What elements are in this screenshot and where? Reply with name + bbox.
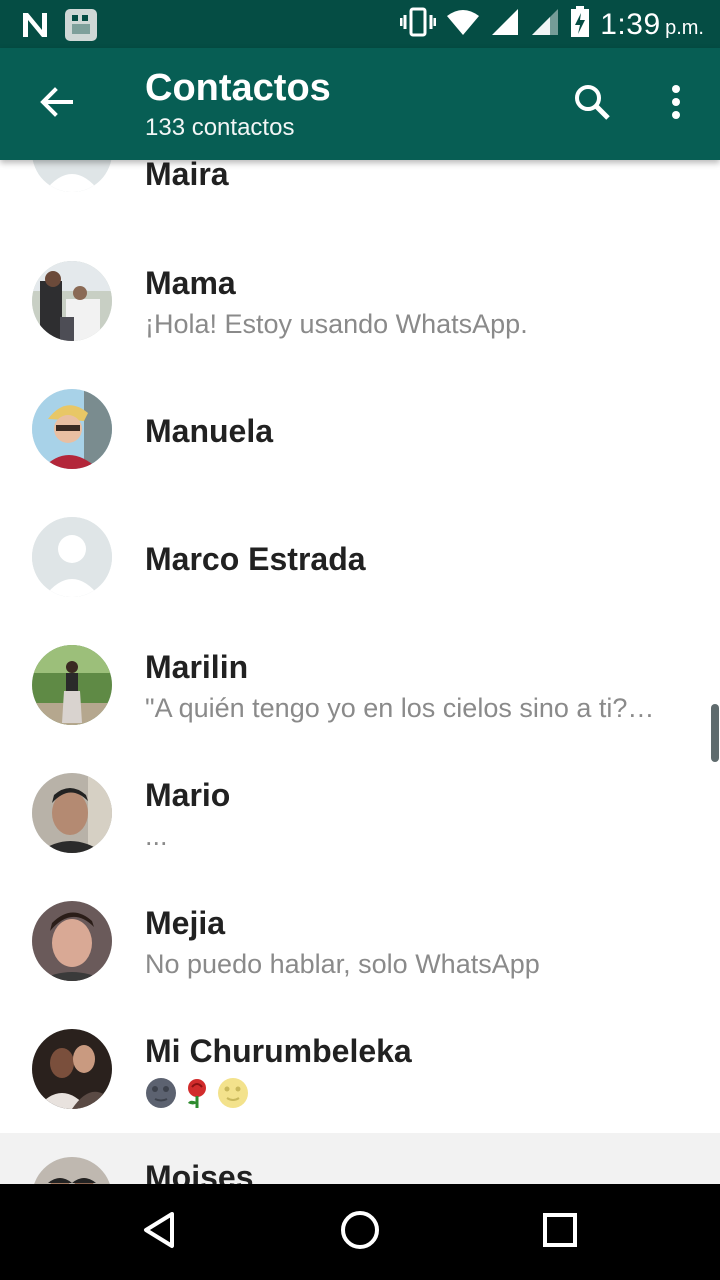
signal-icon-2 — [530, 7, 560, 42]
contact-status-emojis — [145, 1077, 249, 1114]
status-bar: 1:39 p.m. — [0, 0, 720, 48]
page-title: Contactos — [145, 67, 331, 109]
contact-row-mario[interactable]: Mario ... — [0, 749, 720, 877]
contact-name: Marco Estrada — [145, 541, 366, 577]
contact-status: "A quién tengo yo en los cielos sino a t… — [145, 693, 655, 723]
contact-name: Mario — [145, 777, 231, 813]
contact-name: Mama — [145, 265, 236, 301]
moon-face-icon — [145, 1077, 177, 1114]
more-options-button[interactable] — [650, 78, 702, 130]
avatar — [32, 261, 112, 341]
default-avatar-icon — [32, 517, 112, 597]
signal-icon — [490, 7, 520, 42]
nav-home-icon — [339, 1209, 381, 1256]
status-ampm: p.m. — [665, 16, 704, 39]
avatar — [32, 1157, 112, 1184]
contact-row-manuela[interactable]: Manuela — [0, 365, 720, 493]
nav-back-button[interactable] — [132, 1204, 188, 1260]
nav-recents-icon — [541, 1211, 579, 1254]
contact-status: ... — [145, 821, 168, 851]
avatar — [32, 645, 112, 725]
contact-status: No puedo hablar, solo WhatsApp — [145, 949, 540, 979]
contact-name: Mi Churumbeleka — [145, 1033, 412, 1069]
vibrate-icon — [399, 7, 437, 42]
contact-name: Maira — [145, 160, 229, 192]
contact-row-marco-estrada[interactable]: Marco Estrada — [0, 493, 720, 621]
contact-status: ¡Hola! Estoy usando WhatsApp. — [145, 309, 528, 339]
contact-row-marilin[interactable]: Marilin "A quién tengo yo en los cielos … — [0, 621, 720, 749]
default-avatar-icon — [32, 160, 112, 192]
nav-home-button[interactable] — [332, 1204, 388, 1260]
contact-row-mama[interactable]: Mama ¡Hola! Estoy usando WhatsApp. — [0, 237, 720, 365]
arrow-back-icon — [38, 84, 74, 125]
wifi-icon — [446, 8, 480, 41]
avatar — [32, 901, 112, 981]
contact-count: 133 contactos — [145, 114, 295, 141]
contact-name: Mejia — [145, 905, 226, 941]
nfc-icon — [20, 10, 50, 45]
app-bar: Contactos 133 contactos — [0, 48, 720, 160]
avatar — [32, 1029, 112, 1109]
notification-icon — [64, 8, 98, 47]
contact-name: Moises — [145, 1159, 254, 1184]
avatar — [32, 389, 112, 469]
scrollbar-thumb[interactable] — [711, 704, 719, 762]
navigation-bar — [0, 1184, 720, 1280]
contact-name: Marilin — [145, 649, 249, 685]
battery-charging-icon — [570, 6, 590, 43]
search-button[interactable] — [566, 78, 618, 130]
contact-row-mi-churumbeleka[interactable]: Mi Churumbeleka — [0, 1005, 720, 1133]
contact-row-maira[interactable]: Maira — [0, 160, 720, 228]
more-vert-icon — [670, 84, 682, 125]
contact-list[interactable]: Maira Mama ¡Hola! Estoy usando WhatsApp.… — [0, 160, 720, 1184]
contact-row-moises[interactable]: Moises — [0, 1133, 720, 1184]
rose-icon — [181, 1077, 213, 1114]
contact-name: Manuela — [145, 413, 274, 449]
nav-recents-button[interactable] — [532, 1204, 588, 1260]
contact-row-mejia[interactable]: Mejia No puedo hablar, solo WhatsApp — [0, 877, 720, 1005]
avatar — [32, 773, 112, 853]
back-button[interactable] — [28, 76, 84, 132]
full-moon-face-icon — [217, 1077, 249, 1114]
status-time: 1:39 — [600, 7, 661, 41]
nav-back-icon — [140, 1210, 180, 1255]
search-icon — [573, 83, 611, 126]
